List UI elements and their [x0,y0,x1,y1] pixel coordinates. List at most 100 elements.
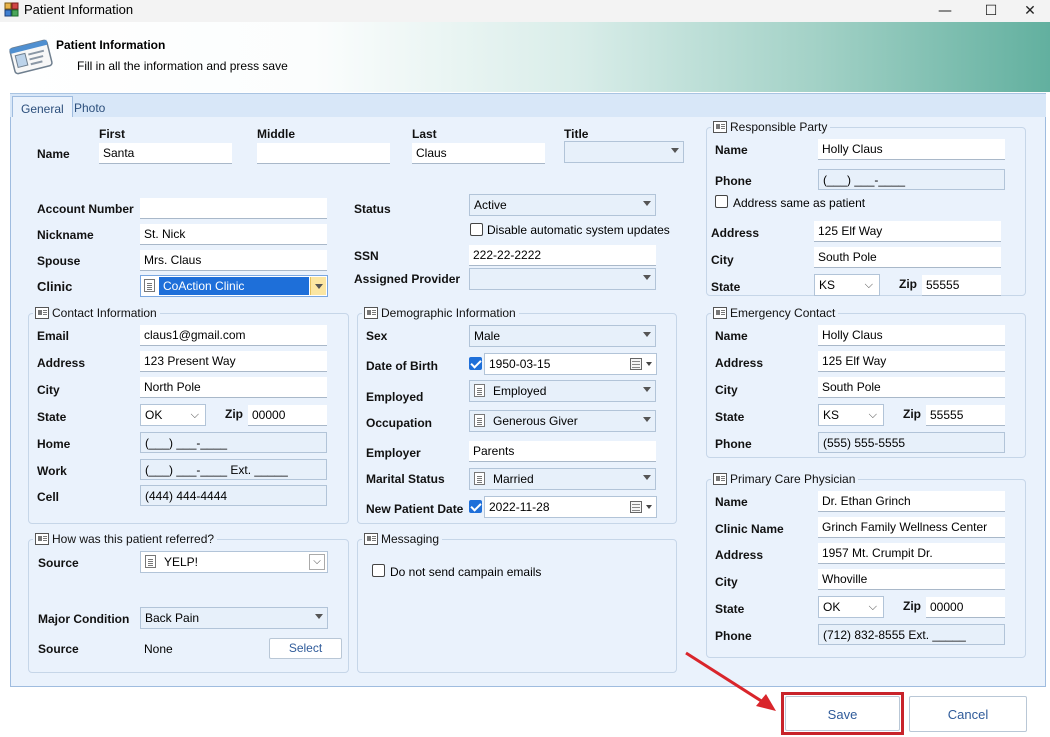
ec-state-label: State [715,410,745,424]
status-select[interactable]: Active [469,194,656,216]
rp-same-address-checkbox[interactable] [715,195,728,208]
new-patient-date-label: New Patient Date [366,502,464,516]
email-label: Email [37,329,70,343]
referral-source-select[interactable]: YELP! ⌵ [140,551,328,573]
calendar-icon[interactable] [630,501,642,513]
work-phone-input[interactable]: (___) ___-____ Ext. _____ [140,459,327,480]
chevron-down-icon [643,387,651,392]
rp-state-label: State [711,280,741,294]
pcp-phone-input[interactable]: (712) 832-8555 Ext. _____ [818,624,1005,645]
save-button[interactable]: Save [785,696,900,731]
account-number-input[interactable] [140,198,327,219]
rp-zip-input[interactable]: 55555 [922,275,1001,296]
rp-phone-input[interactable]: (___) ___-____ [818,169,1005,190]
pcp-card-icon [713,473,727,485]
nickname-input[interactable]: St. Nick [140,224,327,245]
email-input[interactable]: claus1@gmail.com [140,325,327,346]
sex-select[interactable]: Male [469,325,656,347]
rp-city-input[interactable]: South Pole [814,247,1001,268]
employed-select[interactable]: Employed [469,380,656,402]
chevron-down-icon: ⌵ [190,408,199,421]
work-phone-label: Work [37,464,67,478]
state-select[interactable]: OK ⌵ [140,404,206,426]
rp-state-select[interactable]: KS ⌵ [814,274,880,296]
middle-name-input[interactable] [257,143,390,164]
city-input[interactable]: North Pole [140,377,327,398]
major-condition-label: Major Condition [38,612,130,626]
messaging-title: Messaging [362,532,443,546]
dob-input[interactable]: 1950-03-15 [484,353,657,375]
ec-zip-label: Zip [903,407,921,421]
document-icon [144,279,155,292]
status-label: Status [354,202,391,216]
rp-address-input[interactable]: 125 Elf Way [814,221,1001,242]
rp-state-value: KS [819,278,836,292]
rp-zip-label: Zip [899,277,917,291]
new-patient-date-checkbox[interactable] [469,500,482,513]
pcp-address-input[interactable]: 1957 Mt. Crumpit Dr. [818,543,1005,564]
dob-checkbox[interactable] [469,357,482,370]
messaging-card-icon [364,533,378,545]
contact-info-title: Contact Information [33,306,160,320]
chevron-down-icon[interactable] [310,277,326,295]
pcp-city-input[interactable]: Whoville [818,569,1005,590]
ssn-input[interactable]: 222-22-2222 [469,245,656,266]
maximize-button[interactable]: ☐ [968,0,1014,22]
ec-state-select[interactable]: KS ⌵ [818,404,884,426]
title-select[interactable] [564,141,684,163]
occupation-select[interactable]: Generous Giver [469,410,656,432]
messaging-title-text: Messaging [381,532,440,546]
cell-phone-input[interactable]: (444) 444-4444 [140,485,327,506]
pcp-state-select[interactable]: OK ⌵ [818,596,884,618]
address-input[interactable]: 123 Present Way [140,351,327,372]
ec-city-input[interactable]: South Pole [818,377,1005,398]
pcp-clinic-name-input[interactable]: Grinch Family Wellness Center [818,517,1005,538]
first-name-input[interactable]: Santa [99,143,232,164]
chevron-down-icon[interactable]: ⌵ [309,554,325,570]
last-name-input[interactable]: Claus [412,143,545,164]
employer-label: Employer [366,446,421,460]
assigned-provider-select[interactable] [469,268,656,290]
emergency-contact-title: Emergency Contact [711,306,839,320]
major-condition-select[interactable]: Back Pain [140,607,328,629]
select-button[interactable]: Select [269,638,342,659]
close-icon: ✕ [1024,3,1036,19]
rp-name-input[interactable]: Holly Claus [818,139,1005,160]
spouse-label: Spouse [37,254,81,268]
home-phone-input[interactable]: (___) ___-____ [140,432,327,453]
ec-zip-input[interactable]: 55555 [926,405,1005,426]
chevron-down-icon: ⌵ [864,278,873,291]
demographic-title-text: Demographic Information [381,306,516,320]
close-window-button[interactable]: ✕ [1010,0,1050,22]
dob-value: 1950-03-15 [489,357,551,371]
chevron-down-icon: ⌵ [868,600,877,613]
no-campaign-checkbox[interactable] [372,564,385,577]
ec-name-input[interactable]: Holly Claus [818,325,1005,346]
ec-phone-input[interactable]: (555) 555-5555 [818,432,1005,453]
marital-status-select[interactable]: Married [469,468,656,490]
cancel-button[interactable]: Cancel [909,696,1027,732]
minimize-button[interactable]: — [922,0,968,22]
ec-address-input[interactable]: 125 Elf Way [818,351,1005,372]
pcp-zip-input[interactable]: 00000 [926,597,1005,618]
new-patient-date-input[interactable]: 2022-11-28 [484,496,657,518]
employer-input[interactable]: Parents [469,441,656,462]
pcp-title: Primary Care Physician [711,472,859,486]
tab-general[interactable]: General [12,96,73,118]
disable-updates-checkbox[interactable] [470,223,483,236]
tab-photo[interactable]: Photo [66,96,113,118]
nickname-label: Nickname [37,228,94,242]
pcp-name-input[interactable]: Dr. Ethan Grinch [818,491,1005,512]
window-title: Patient Information [24,2,134,17]
header-subtitle: Fill in all the information and press sa… [77,59,288,73]
responsible-title-text: Responsible Party [730,120,828,134]
calendar-icon[interactable] [630,358,642,370]
assigned-provider-label: Assigned Provider [354,272,461,286]
zip-input[interactable]: 00000 [248,405,327,426]
title-label: Title [564,127,589,141]
spouse-input[interactable]: Mrs. Claus [140,250,327,271]
document-icon [474,472,485,485]
chevron-down-icon [643,475,651,480]
clinic-value: CoAction Clinic [159,277,309,295]
clinic-select[interactable]: CoAction Clinic [140,275,328,297]
